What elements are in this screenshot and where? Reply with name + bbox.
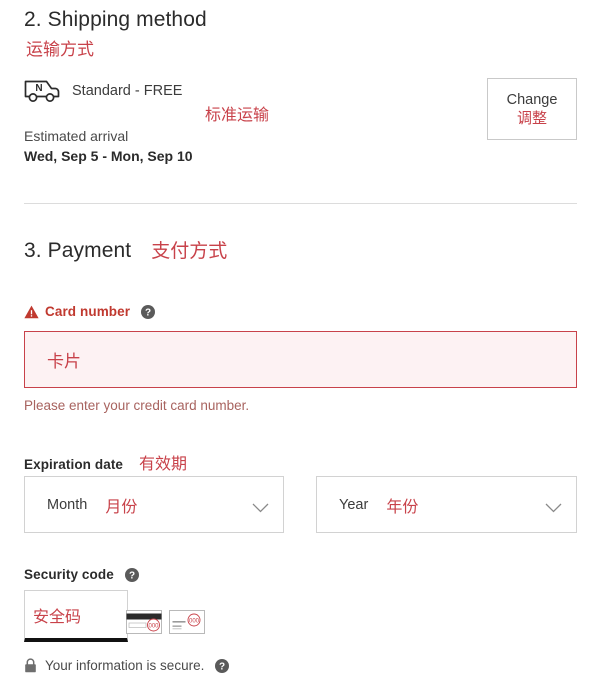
chevron-down-icon — [252, 500, 269, 512]
lock-icon — [24, 658, 37, 673]
warning-triangle-icon — [24, 305, 39, 319]
card-number-label-row: Card number ? — [24, 304, 156, 319]
card-number-error-message: Please enter your credit card number. — [24, 398, 250, 413]
chevron-down-icon — [545, 500, 562, 512]
expiration-month-select[interactable]: Month 月份 — [24, 476, 284, 533]
expiration-year-translation: 年份 — [386, 496, 419, 516]
svg-text:N: N — [35, 83, 42, 94]
estimated-arrival-label: Estimated arrival — [24, 128, 129, 144]
payment-heading-translation: 支付方式 — [151, 240, 228, 262]
shipping-option-label: Standard - FREE — [72, 83, 183, 99]
change-button-label: Change — [506, 91, 558, 108]
payment-heading: 3. Payment — [24, 239, 132, 262]
card-front-cvv-icon[interactable]: 000 — [169, 610, 205, 634]
section-divider — [24, 203, 577, 204]
svg-text:?: ? — [219, 661, 225, 672]
svg-text:?: ? — [129, 570, 135, 581]
shipping-heading-row: 2. Shipping method — [24, 8, 577, 32]
secure-information-help-icon[interactable]: ? — [215, 658, 230, 673]
shipping-method-section: 2. Shipping method — [24, 8, 577, 32]
change-shipping-button[interactable]: Change 调整 — [487, 78, 577, 140]
security-code-label: Security code — [24, 567, 114, 582]
secure-information-text: Your information is secure. — [45, 658, 205, 673]
checkout-page: 2. Shipping method 运输方式 N Standard - FRE… — [0, 0, 601, 676]
expiration-date-label: Expiration date — [24, 457, 124, 472]
card-back-cvv-icon[interactable]: 000 — [126, 610, 162, 634]
card-number-help-icon[interactable]: ? — [141, 304, 156, 319]
shipping-option-translation: 标准运输 — [205, 105, 270, 124]
card-number-label: Card number — [45, 304, 131, 319]
security-code-input[interactable] — [24, 590, 128, 642]
truck-icon: N — [24, 78, 62, 104]
expiration-year-label: Year — [339, 496, 369, 513]
change-button-translation: 调整 — [516, 108, 547, 127]
svg-text:?: ? — [145, 307, 151, 318]
secure-information-row: Your information is secure. ? — [24, 658, 230, 673]
expiration-month-translation: 月份 — [105, 496, 138, 516]
security-code-label-row: Security code ? — [24, 567, 139, 582]
expiration-year-select[interactable]: Year 年份 — [316, 476, 577, 533]
svg-text:000: 000 — [148, 623, 159, 629]
svg-text:000: 000 — [189, 618, 200, 624]
shipping-option-row[interactable]: N Standard - FREE — [24, 76, 182, 106]
shipping-heading-translation: 运输方式 — [26, 40, 94, 60]
payment-heading-row: 3. Payment 支付方式 — [24, 236, 577, 263]
estimated-arrival-value: Wed, Sep 5 - Mon, Sep 10 — [24, 148, 193, 164]
shipping-heading: 2. Shipping method — [24, 8, 207, 31]
expiration-label-row: Expiration date 有效期 — [24, 450, 187, 474]
security-code-help-icon[interactable]: ? — [124, 567, 139, 582]
payment-section: 3. Payment 支付方式 — [24, 236, 577, 263]
expiration-date-translation: 有效期 — [139, 454, 188, 473]
card-number-input[interactable] — [24, 331, 577, 388]
expiration-month-label: Month — [47, 496, 88, 513]
